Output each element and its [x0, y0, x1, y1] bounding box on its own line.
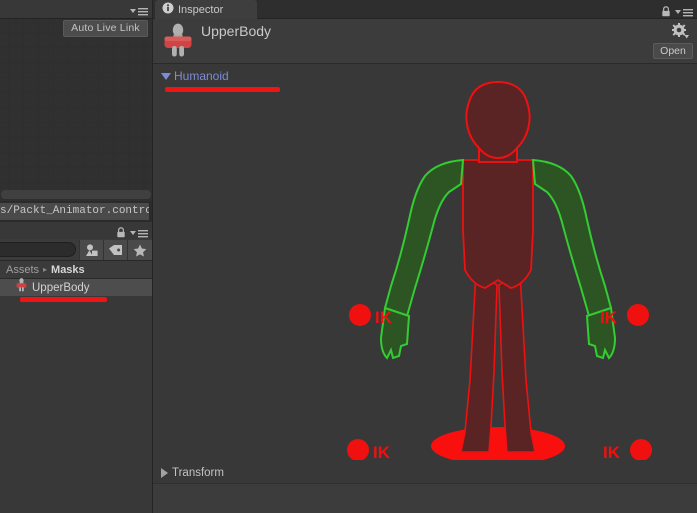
foldout-humanoid-label: Humanoid — [174, 69, 229, 83]
inspector-panel: Inspector UpperBody Open Humanoid IK IK … — [152, 0, 697, 513]
auto-live-link-button[interactable]: Auto Live Link — [63, 20, 148, 37]
avatar-part-left-arm[interactable] — [383, 158, 465, 318]
tab-inspector[interactable]: Inspector — [155, 0, 257, 19]
avatar-part-right-leg[interactable] — [498, 270, 536, 453]
ik-label-right-hand: IK — [600, 308, 618, 327]
avatar-part-head[interactable] — [465, 80, 531, 160]
chevron-down-icon[interactable] — [161, 72, 171, 80]
animator-horizontal-scrollbar[interactable] — [1, 190, 151, 199]
open-button[interactable]: Open — [653, 43, 693, 59]
hamburger-menu-icon[interactable] — [129, 4, 149, 16]
avatar-mask-body-map[interactable]: IK IK IK IK — [313, 80, 683, 460]
animator-toolbar — [0, 0, 152, 19]
project-toolbar — [0, 222, 152, 239]
ik-handle-left-foot[interactable] — [347, 439, 369, 460]
inspector-header: UpperBody Open — [153, 19, 697, 64]
ik-label-left-hand: IK — [375, 308, 393, 327]
filter-by-label-icon[interactable] — [103, 240, 127, 260]
project-asset-list[interactable] — [0, 296, 152, 513]
inspector-footer — [153, 483, 697, 513]
foldout-humanoid[interactable]: Humanoid — [161, 69, 229, 83]
project-panel: Assets ▸ Masks UpperBody — [0, 222, 152, 513]
avatar-part-torso[interactable] — [462, 159, 534, 289]
foldout-transform[interactable]: Transform — [161, 467, 224, 479]
breadcrumb-masks[interactable]: Masks — [51, 264, 85, 276]
page-title: UpperBody — [201, 23, 272, 39]
ik-label-right-foot: IK — [603, 443, 621, 460]
avatar-part-root[interactable] — [431, 427, 565, 460]
breadcrumb-separator-icon: ▸ — [43, 265, 48, 274]
hamburger-menu-icon[interactable] — [129, 226, 149, 238]
info-icon — [162, 1, 174, 19]
hamburger-menu-icon[interactable] — [674, 5, 694, 17]
list-item-label: UpperBody — [32, 281, 90, 294]
inspector-tabbar: Inspector — [153, 0, 697, 19]
chevron-right-icon[interactable] — [161, 468, 168, 478]
ik-handle-right-foot[interactable] — [630, 439, 652, 460]
avatar-part-left-leg[interactable] — [460, 270, 498, 453]
ik-label-left-foot: IK — [373, 443, 391, 460]
breadcrumb[interactable]: Assets ▸ Masks — [0, 261, 152, 279]
ik-handle-left-hand[interactable] — [349, 304, 371, 326]
gear-icon[interactable] — [671, 23, 690, 40]
red-underline-annotation — [20, 297, 107, 302]
list-item[interactable]: UpperBody — [0, 278, 152, 297]
lock-icon[interactable] — [661, 4, 671, 17]
ik-handle-right-hand[interactable] — [627, 304, 649, 326]
foldout-transform-label: Transform — [172, 467, 224, 479]
avatar-part-right-arm[interactable] — [531, 158, 613, 318]
red-underline-annotation — [165, 87, 280, 92]
lock-icon[interactable] — [116, 225, 126, 238]
avatar-mask-icon — [16, 278, 27, 297]
filter-favorite-icon[interactable] — [127, 240, 152, 260]
breadcrumb-assets[interactable]: Assets — [6, 264, 39, 276]
unity-editor-window: Auto Live Link s/Packt_Animator.controll… — [0, 0, 697, 513]
controller-path-label: s/Packt_Animator.controller — [0, 203, 149, 220]
project-search-toolbar — [0, 239, 152, 261]
filter-by-type-icon[interactable] — [79, 240, 103, 260]
avatar-mask-icon — [162, 23, 194, 57]
search-input[interactable] — [0, 242, 76, 257]
animator-state-grid[interactable] — [0, 19, 152, 201]
tab-label: Inspector — [178, 3, 224, 16]
